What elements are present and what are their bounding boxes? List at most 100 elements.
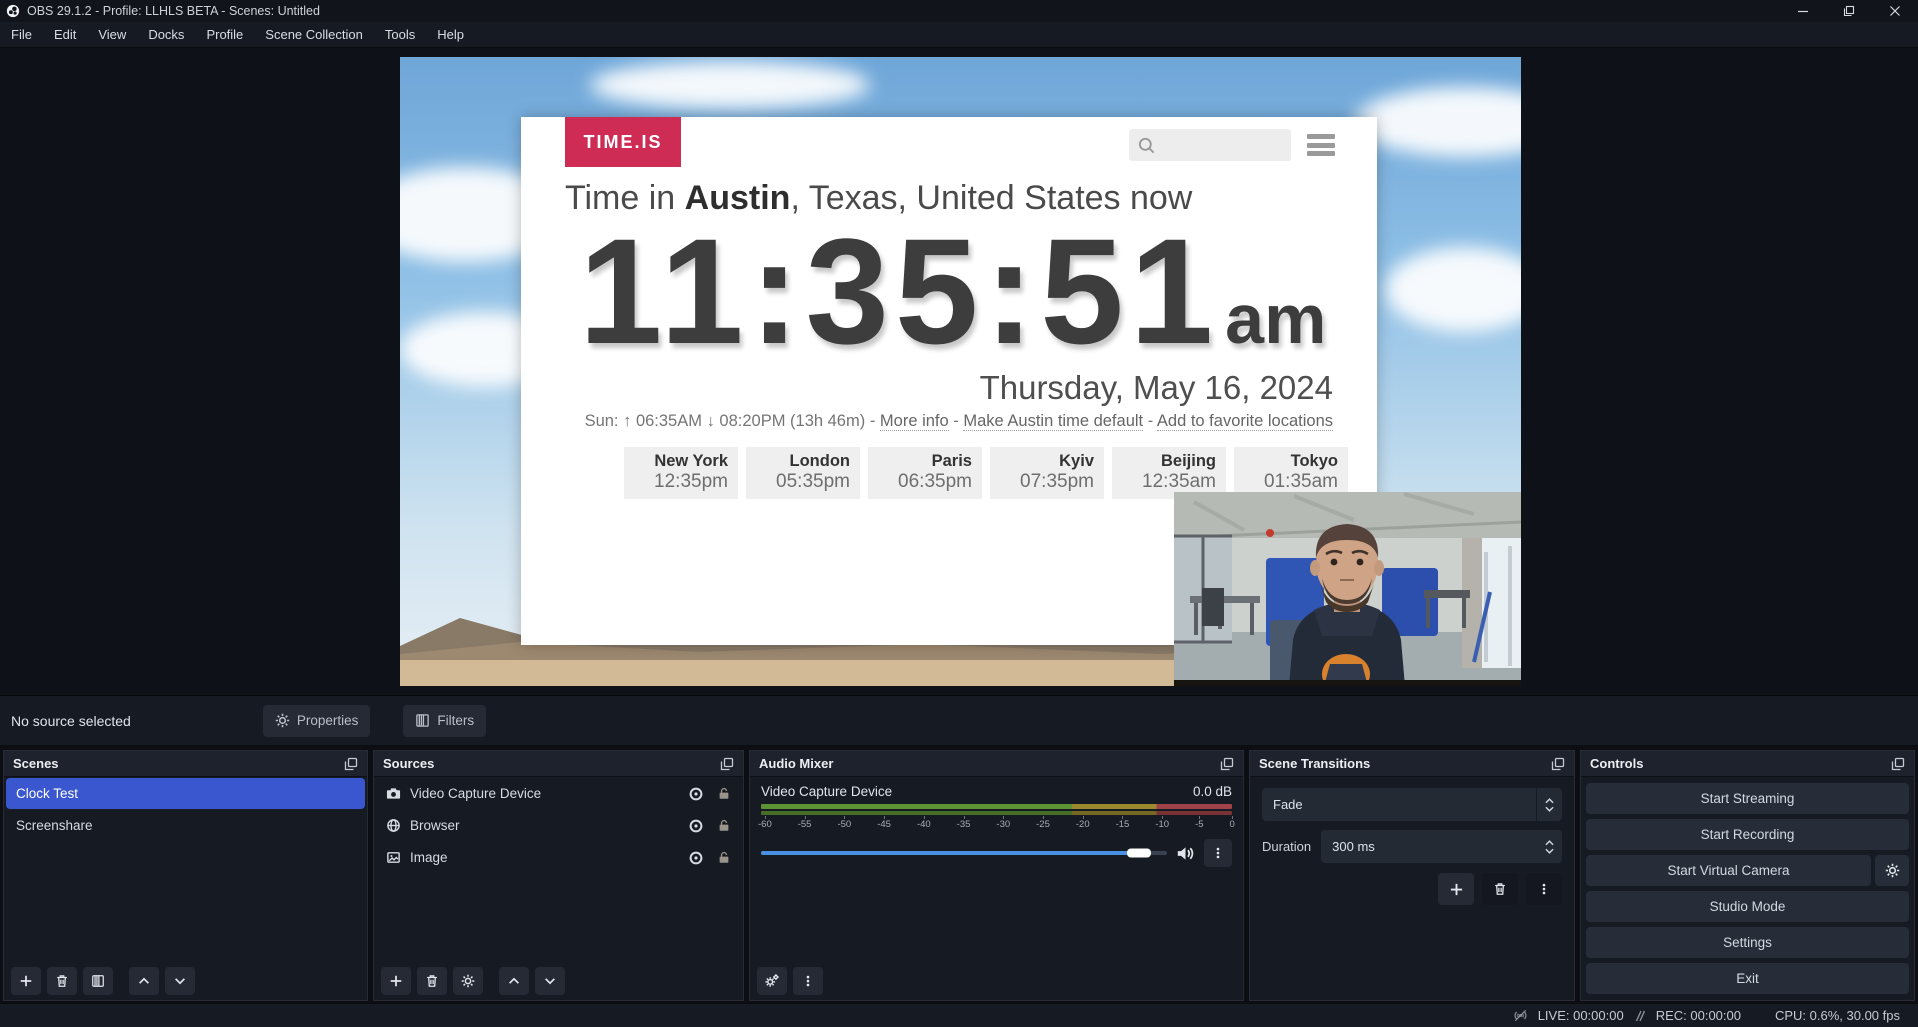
properties-button[interactable]: Properties [263, 705, 371, 737]
virtual-camera-config-button[interactable] [1875, 855, 1909, 886]
volume-slider-handle[interactable] [1127, 849, 1151, 858]
menu-scene-collection[interactable]: Scene Collection [254, 23, 374, 46]
start-streaming-button[interactable]: Start Streaming [1586, 783, 1909, 814]
close-button[interactable] [1872, 0, 1918, 22]
timeis-logo[interactable]: TIME.IS [565, 117, 681, 167]
scenes-panel-title: Scenes [13, 756, 59, 771]
webcam-overlay[interactable] [1174, 492, 1521, 686]
popout-icon[interactable] [1551, 757, 1565, 771]
more-info-link[interactable]: More info [880, 412, 949, 431]
restore-button[interactable] [1826, 0, 1872, 22]
lock-icon[interactable] [717, 818, 731, 833]
preview-area[interactable]: TIME.IS Time in Austin, Texas, United St… [0, 48, 1918, 695]
city-tile[interactable]: Kyiv07:35pm [990, 447, 1104, 499]
volume-meter-secondary [761, 811, 1232, 815]
lock-icon[interactable] [717, 786, 731, 801]
popout-icon[interactable] [344, 757, 358, 771]
filters-button[interactable]: Filters [403, 705, 486, 737]
chevron-up-icon [1545, 840, 1554, 846]
rec-timer: REC: 00:00:00 [1656, 1008, 1741, 1023]
meter-scale: -60-55-50-45-40-35-30-25-20-15-10-50 [758, 816, 1235, 830]
date-display: Thursday, May 16, 2024 [980, 369, 1333, 407]
search-icon [1137, 136, 1156, 155]
speaker-icon[interactable] [1176, 844, 1195, 863]
move-scene-up-button[interactable] [129, 967, 159, 995]
mixer-level-db: 0.0 dB [1193, 784, 1232, 799]
start-virtual-camera-button[interactable]: Start Virtual Camera [1586, 855, 1871, 886]
advanced-audio-button[interactable] [757, 967, 787, 995]
cpu-fps-status: CPU: 0.6%, 30.00 fps [1775, 1008, 1900, 1023]
gear-icon [275, 713, 290, 728]
remove-transition-button[interactable] [1482, 873, 1518, 905]
duration-spinner[interactable] [1536, 830, 1562, 863]
audio-mixer-title: Audio Mixer [759, 756, 833, 771]
chevron-down-icon [1545, 848, 1554, 854]
hamburger-menu-icon[interactable] [1307, 134, 1335, 156]
transition-select-spinner[interactable] [1536, 788, 1562, 821]
add-scene-button[interactable] [11, 967, 41, 995]
scene-filters-button[interactable] [83, 967, 113, 995]
move-source-up-button[interactable] [499, 967, 529, 995]
visibility-eye-icon[interactable] [688, 818, 704, 834]
volume-slider[interactable] [761, 851, 1167, 855]
menu-tools[interactable]: Tools [374, 23, 426, 46]
exit-button[interactable]: Exit [1586, 963, 1909, 994]
duration-input[interactable]: 300 ms [1321, 830, 1562, 863]
transition-properties-menu-button[interactable] [1526, 873, 1562, 905]
popout-icon[interactable] [720, 757, 734, 771]
live-timer: LIVE: 00:00:00 [1538, 1008, 1624, 1023]
search-input[interactable] [1129, 129, 1291, 161]
menu-help[interactable]: Help [426, 23, 475, 46]
audio-mixer-panel: Audio Mixer Video Capture Device 0.0 dB … [749, 750, 1244, 1001]
remove-scene-button[interactable] [47, 967, 77, 995]
source-toolbar: No source selected Properties Filters [0, 695, 1918, 745]
menu-profile[interactable]: Profile [195, 23, 254, 46]
volume-meter [761, 804, 1232, 809]
move-source-down-button[interactable] [535, 967, 565, 995]
title-bar: OBS 29.1.2 - Profile: LLHLS BETA - Scene… [0, 0, 1918, 22]
mixer-menu-button[interactable] [793, 967, 823, 995]
make-default-link[interactable]: Make Austin time default [963, 412, 1143, 431]
scene-list: Clock Test Screenshare [4, 777, 367, 962]
transition-select[interactable]: Fade [1262, 788, 1562, 821]
settings-button[interactable]: Settings [1586, 927, 1909, 958]
source-item-image[interactable]: Image [376, 842, 741, 873]
obs-window: OBS 29.1.2 - Profile: LLHLS BETA - Scene… [0, 0, 1918, 1027]
studio-mode-button[interactable]: Studio Mode [1586, 891, 1909, 922]
source-item-browser[interactable]: Browser [376, 810, 741, 841]
sources-panel-title: Sources [383, 756, 434, 771]
minimize-button[interactable] [1780, 0, 1826, 22]
clock-time: 11:35:51 [579, 209, 1219, 374]
add-favorite-link[interactable]: Add to favorite locations [1157, 412, 1333, 431]
remove-source-button[interactable] [417, 967, 447, 995]
filter-icon [415, 713, 430, 728]
menu-view[interactable]: View [87, 23, 137, 46]
program-canvas[interactable]: TIME.IS Time in Austin, Texas, United St… [400, 57, 1521, 686]
source-list: Video Capture Device Browser Image [374, 777, 743, 962]
menu-docks[interactable]: Docks [137, 23, 195, 46]
move-scene-down-button[interactable] [165, 967, 195, 995]
lock-icon[interactable] [717, 850, 731, 865]
start-recording-button[interactable]: Start Recording [1586, 819, 1909, 850]
cloud [590, 61, 870, 109]
menu-edit[interactable]: Edit [43, 23, 87, 46]
obs-logo-icon [6, 4, 20, 18]
source-properties-button[interactable] [453, 967, 483, 995]
mixer-channel-menu-button[interactable] [1204, 839, 1232, 867]
city-tile[interactable]: Paris06:35pm [868, 447, 982, 499]
menu-file[interactable]: File [0, 23, 43, 46]
add-source-button[interactable] [381, 967, 411, 995]
visibility-eye-icon[interactable] [688, 850, 704, 866]
cloud [1385, 247, 1521, 332]
source-item-video-capture[interactable]: Video Capture Device [376, 778, 741, 809]
popout-icon[interactable] [1220, 757, 1234, 771]
city-tile[interactable]: New York12:35pm [624, 447, 738, 499]
city-tile[interactable]: London05:35pm [746, 447, 860, 499]
menu-bar: File Edit View Docks Profile Scene Colle… [0, 22, 1918, 48]
scene-item-clock-test[interactable]: Clock Test [6, 778, 365, 809]
mixer-toolbar [750, 962, 1243, 1000]
scene-item-screenshare[interactable]: Screenshare [6, 810, 365, 841]
popout-icon[interactable] [1891, 757, 1905, 771]
visibility-eye-icon[interactable] [688, 786, 704, 802]
add-transition-button[interactable] [1438, 873, 1474, 905]
